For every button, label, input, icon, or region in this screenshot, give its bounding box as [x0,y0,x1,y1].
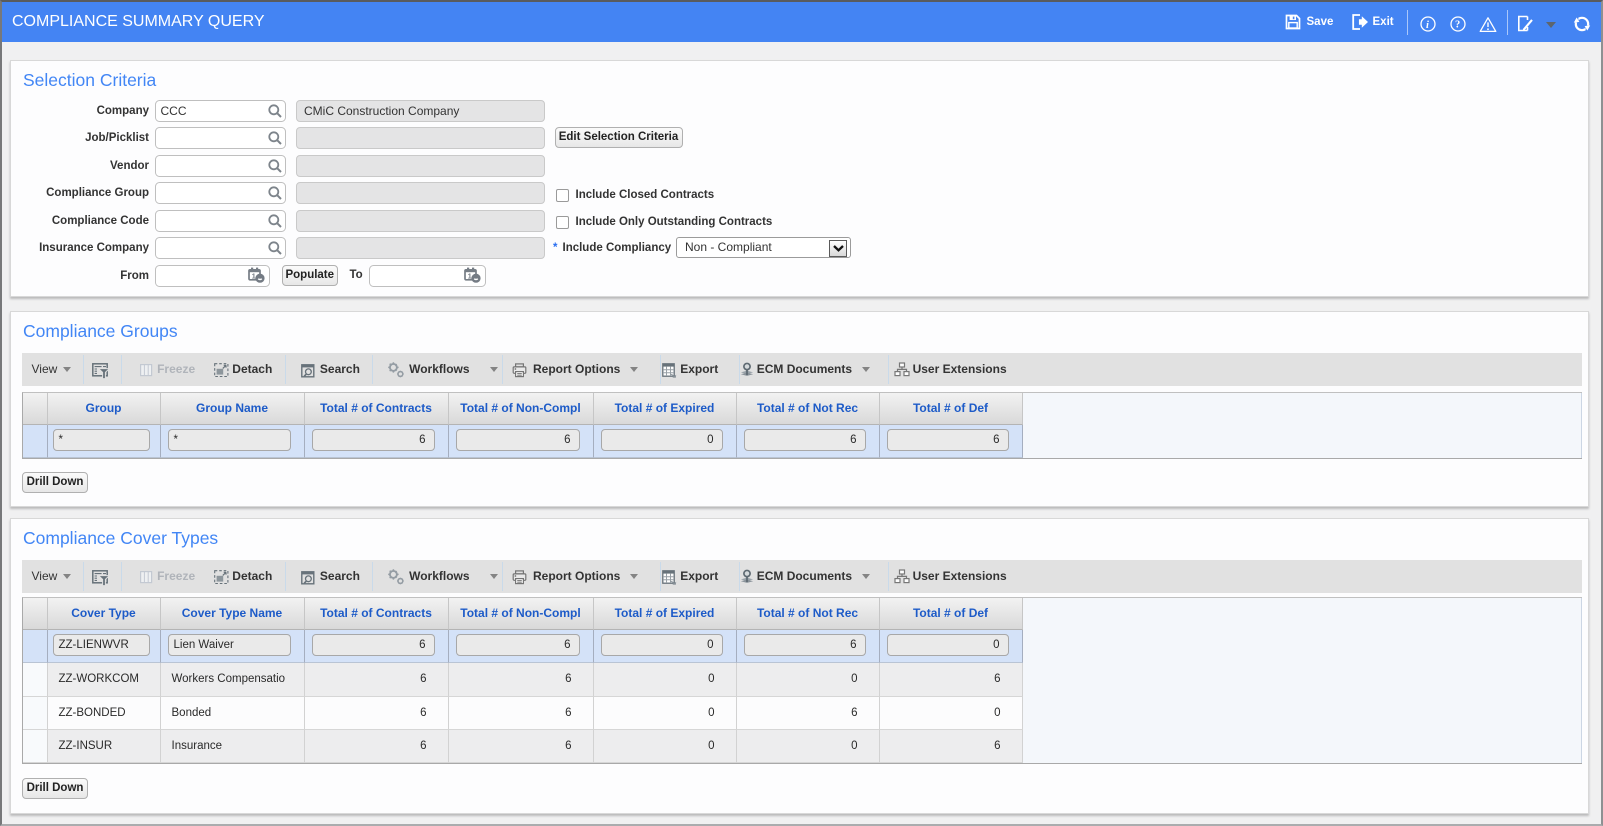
svg-text:i: i [1426,20,1429,31]
svg-text:?: ? [1455,20,1460,31]
svg-text:1: 1 [468,272,472,281]
svg-text:1: 1 [252,272,256,281]
